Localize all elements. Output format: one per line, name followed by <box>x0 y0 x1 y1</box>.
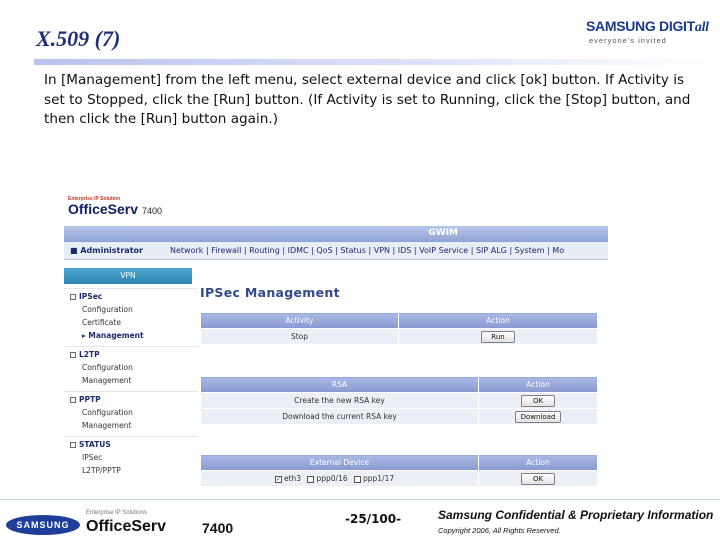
footer-product-name: OfficeServ <box>86 518 167 535</box>
sidebar-item-pptp-management[interactable]: Management <box>64 419 198 432</box>
samsung-digitall-logo: SAMSUNG DIGITall everyone's invited <box>586 18 714 48</box>
sidebar-section-l2tp[interactable]: L2TP <box>64 346 198 361</box>
sidebar-header: VPN <box>64 268 192 284</box>
device-checkbox-ppp1[interactable] <box>354 475 361 483</box>
rsa-action-header: Action <box>478 376 598 393</box>
logo-brand-main: SAMSUNG DIGIT <box>586 18 695 34</box>
sidebar-item-l2tp-configuration[interactable]: Configuration <box>64 361 198 374</box>
admin-label[interactable]: ■ Administrator <box>70 242 143 259</box>
device-checkbox-eth3[interactable]: ✓ <box>275 475 282 483</box>
instruction-text: In [Management] from the left menu, sele… <box>44 72 691 127</box>
app-top-nav: ■ Administrator Network | Firewall | Rou… <box>64 242 608 260</box>
collapse-box-icon <box>70 397 76 403</box>
device-option-label: eth3 <box>284 474 302 483</box>
sidebar-section-pptp[interactable]: PPTP <box>64 391 198 406</box>
device-ok-button[interactable]: OK <box>521 472 555 485</box>
footer-divider <box>0 499 720 500</box>
footer-product-caption: Enterprise IP Solutions <box>86 510 147 516</box>
external-device-header: External Device <box>200 454 479 471</box>
app-screenshot: Enterprise IP Solution OfficeServ 7400 G… <box>64 196 608 496</box>
run-button[interactable]: Run <box>481 330 515 343</box>
activity-status: Stop <box>200 328 399 345</box>
sidebar-item-ipsec-certificate[interactable]: Certificate <box>64 316 198 329</box>
footer-product-model: 7400 <box>202 520 234 536</box>
device-checkbox-ppp0[interactable] <box>307 475 315 483</box>
app-brand-model: 7400 <box>141 206 162 216</box>
rsa-table: RSA Action Create the new RSA key OK Dow… <box>200 376 598 425</box>
app-menu-bar[interactable]: Network | Firewall | Routing | IDMC | Qo… <box>170 242 564 259</box>
collapse-box-icon <box>70 442 76 448</box>
sidebar-item-ipsec-configuration[interactable]: Configuration <box>64 303 198 316</box>
rsa-create-ok-button[interactable]: OK <box>521 394 555 407</box>
collapse-box-icon <box>70 352 76 358</box>
samsung-logo: SAMSUNG <box>6 515 80 535</box>
device-option-label: ppp1/17 <box>363 474 395 483</box>
activity-table: Activity Action Stop Run <box>200 312 598 345</box>
logo-brand-tail: all <box>694 20 709 35</box>
sidebar-item-l2tp-management[interactable]: Management <box>64 374 198 387</box>
app-brand-main: OfficeServ <box>68 201 139 217</box>
sidebar-item-ipsec-management[interactable]: ▸ Management <box>64 329 198 342</box>
device-action-header: Action <box>478 454 598 471</box>
sidebar-section-ipsec[interactable]: IPSec <box>64 288 198 303</box>
app-logo: Enterprise IP Solution OfficeServ 7400 <box>68 196 162 226</box>
logo-tagline: everyone's invited <box>589 36 667 45</box>
action-header: Action <box>398 312 598 329</box>
rsa-create-label: Create the new RSA key <box>200 392 479 409</box>
external-device-table: External Device Action ✓ eth3 ppp0/16 ppp… <box>200 454 598 487</box>
rsa-download-button[interactable]: Download <box>514 410 562 423</box>
confidential-notice: Samsung Confidential & Proprietary Infor… <box>438 508 714 522</box>
vpn-sidebar: VPN IPSec Configuration Certificate ▸ Ma… <box>64 268 198 496</box>
device-options: ✓ eth3 ppp0/16 ppp1/17 <box>200 470 479 487</box>
title-underline <box>34 59 708 65</box>
slide-title: X.509 (7) <box>36 26 121 51</box>
collapse-box-icon <box>70 294 76 300</box>
sidebar-item-pptp-configuration[interactable]: Configuration <box>64 406 198 419</box>
copyright-notice: Copyright 2006, All Rights Reserved. <box>438 526 561 535</box>
sidebar-item-status-ipsec[interactable]: IPSec <box>64 451 198 464</box>
activity-header: Activity <box>200 312 399 329</box>
sidebar-section-status[interactable]: STATUS <box>64 436 198 451</box>
device-option-label: ppp0/16 <box>316 474 348 483</box>
app-band-title: GWIM <box>428 228 458 238</box>
app-header-band: GWIM <box>64 226 608 242</box>
sidebar-item-status-l2tp-pptp[interactable]: L2TP/PPTP <box>64 464 198 477</box>
ipsec-management-panel: IPSec Management Activity Action Stop Ru… <box>198 268 608 496</box>
rsa-download-label: Download the current RSA key <box>200 408 479 425</box>
content-title: IPSec Management <box>200 285 340 300</box>
rsa-header: RSA <box>200 376 479 393</box>
page-number: -25/100- <box>345 512 402 526</box>
